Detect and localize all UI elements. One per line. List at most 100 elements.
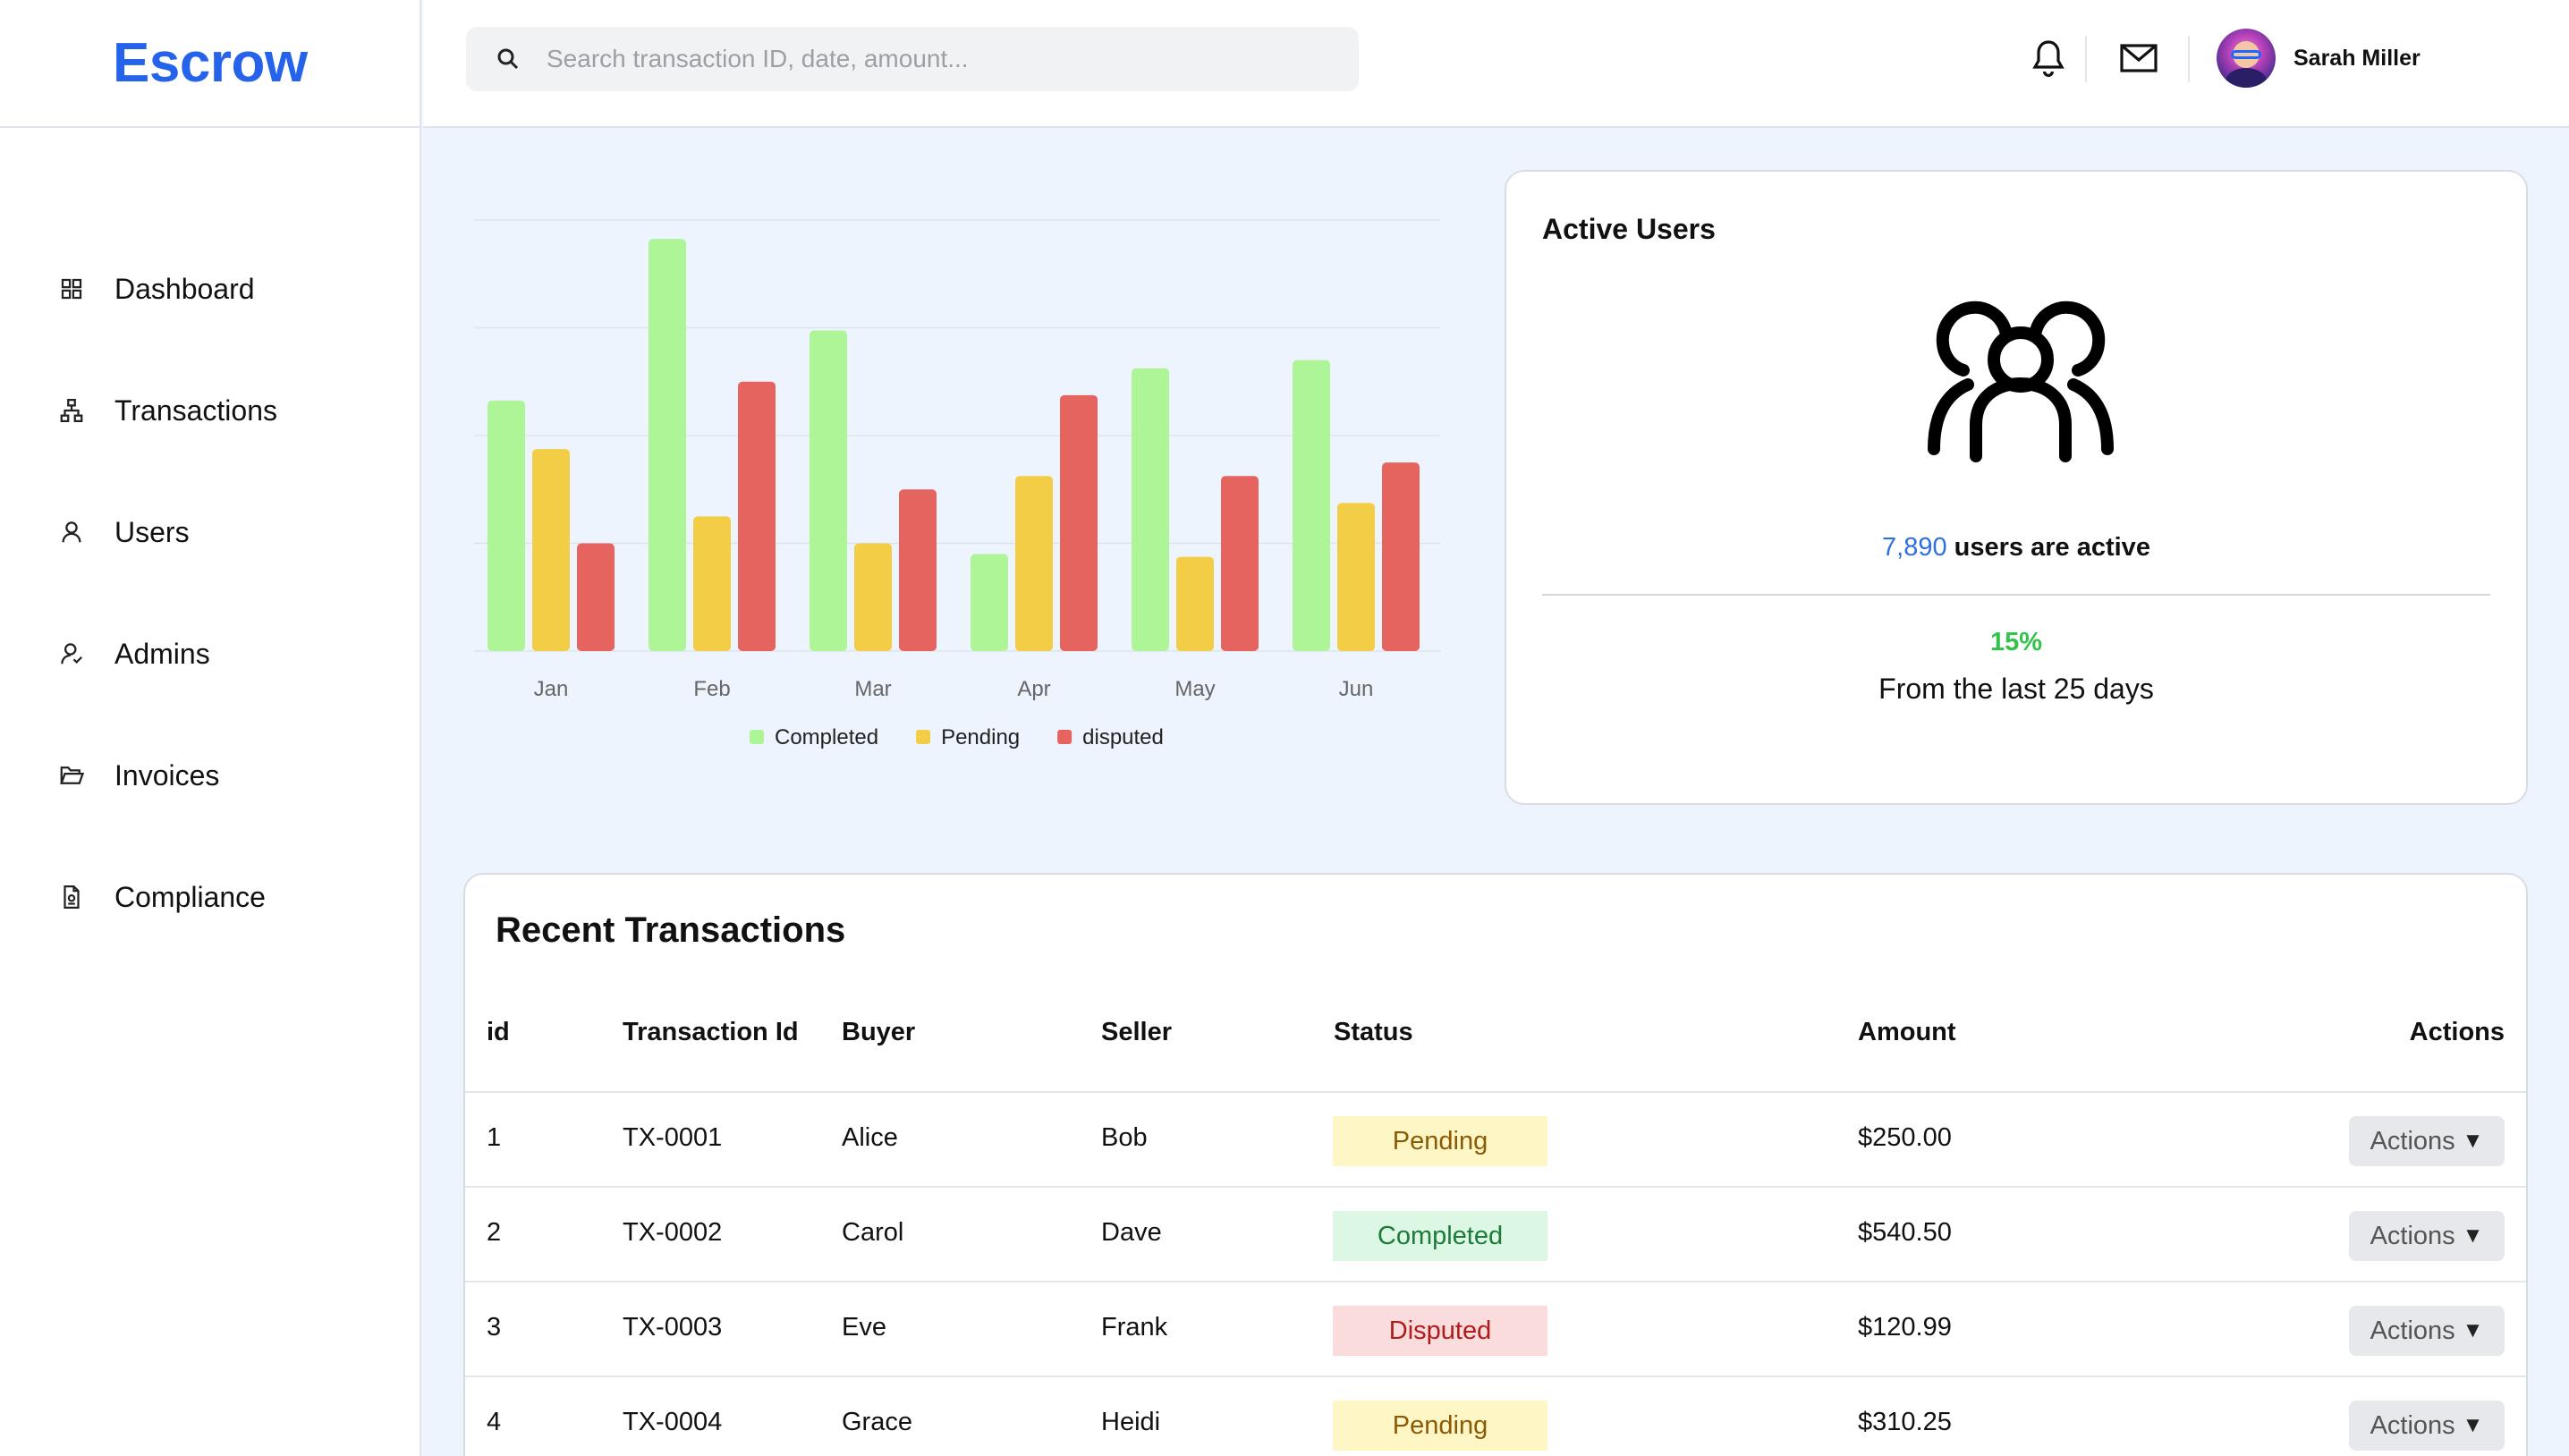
caret-down-icon: ▼ — [2462, 1413, 2484, 1437]
legend-label: Pending — [941, 725, 1020, 749]
cell-buyer: Eve — [842, 1313, 886, 1342]
bell-icon — [2032, 40, 2065, 77]
cell-seller: Bob — [1101, 1123, 1148, 1152]
x-tick-label: Apr — [1017, 677, 1050, 701]
sidebar-item-label: Transactions — [114, 394, 277, 427]
bar-pending-may — [1176, 556, 1214, 651]
cell-buyer: Grace — [842, 1408, 912, 1436]
messages-button[interactable] — [2115, 34, 2163, 82]
sidebar-item-label: Dashboard — [114, 272, 255, 305]
sidebar-nav: Dashboard Transactions Users Admins Invo… — [0, 128, 420, 958]
mail-icon — [2120, 44, 2158, 72]
x-tick-label: Jan — [534, 677, 569, 701]
cell-buyer: Alice — [842, 1123, 898, 1152]
document-icon — [57, 883, 86, 911]
bar-completed-apr — [971, 554, 1008, 651]
top-header: Sarah Miller — [423, 0, 2569, 128]
notifications-button[interactable] — [2024, 34, 2073, 82]
cell-transaction-id: TX-0002 — [623, 1218, 723, 1247]
app-logo[interactable]: Escrow — [113, 31, 308, 95]
sidebar-item-dashboard[interactable]: Dashboard — [0, 228, 420, 350]
bar-pending-jan — [532, 449, 570, 651]
table-row[interactable]: 2 TX-0002 Carol Dave Completed $540.50 A… — [465, 1186, 2526, 1281]
column-header-transaction-id[interactable]: Transaction Id — [623, 1018, 799, 1047]
logo-area: Escrow — [0, 0, 420, 128]
status-badge: Pending — [1333, 1116, 1547, 1166]
user-name: Sarah Miller — [2293, 45, 2421, 71]
bar-completed-feb — [649, 239, 686, 651]
caret-down-icon: ▼ — [2462, 1223, 2484, 1248]
growth-percent: 15% — [1989, 628, 2043, 656]
legend-swatch — [1057, 730, 1073, 744]
legend-label: disputed — [1082, 725, 1164, 749]
column-header-actions: Actions — [2409, 1018, 2505, 1046]
cell-id: 3 — [487, 1313, 502, 1342]
sidebar-item-invoices[interactable]: Invoices — [0, 715, 420, 836]
sidebar-item-admins[interactable]: Admins — [0, 593, 420, 715]
actions-dropdown-button[interactable]: Actions ▼ — [2349, 1211, 2505, 1261]
table-row[interactable]: 3 TX-0003 Eve Frank Disputed $120.99 Act… — [465, 1281, 2526, 1376]
column-header-amount[interactable]: Amount — [1858, 1018, 1956, 1047]
header-divider — [2085, 36, 2087, 82]
user-menu[interactable]: Sarah Miller — [2217, 29, 2421, 88]
search-bar[interactable] — [466, 27, 1359, 91]
bar-pending-jun — [1337, 503, 1375, 651]
user-icon — [57, 518, 86, 546]
sidebar-item-label: Compliance — [114, 880, 266, 913]
x-tick-label: Mar — [854, 677, 891, 701]
cell-transaction-id: TX-0004 — [623, 1408, 723, 1436]
bar-disputed-may — [1221, 476, 1259, 651]
cell-amount: $120.99 — [1858, 1313, 1952, 1342]
bar-completed-jun — [1293, 360, 1330, 651]
x-tick-label: May — [1174, 677, 1215, 701]
x-tick-label: Jun — [1339, 677, 1374, 701]
transactions-chart: Jan Feb Mar Apr May Jun Completed Pending disput… — [465, 197, 1449, 778]
column-header-seller[interactable]: Seller — [1101, 1018, 1172, 1047]
actions-label: Actions — [2370, 1316, 2455, 1345]
column-header-status[interactable]: Status — [1334, 1018, 1413, 1047]
bar-pending-apr — [1015, 476, 1053, 651]
folder-open-icon — [57, 761, 86, 790]
admin-user-icon — [57, 639, 86, 668]
users-group-icon — [1928, 301, 2114, 462]
sidebar-item-label: Users — [114, 515, 190, 548]
sidebar: Escrow Dashboard Transactions Users Admi… — [0, 0, 421, 1456]
bar-chart: Jan Feb Mar Apr May Jun Completed Pending disput… — [474, 219, 1440, 749]
actions-dropdown-button[interactable]: Actions ▼ — [2349, 1116, 2505, 1166]
growth-period: From the last 25 days — [1878, 673, 2154, 705]
search-icon — [497, 48, 519, 70]
bar-completed-jan — [488, 400, 525, 651]
cell-seller: Frank — [1101, 1313, 1168, 1342]
actions-dropdown-button[interactable]: Actions ▼ — [2349, 1306, 2505, 1356]
cell-id: 1 — [487, 1123, 502, 1152]
bar-disputed-mar — [899, 489, 937, 651]
bar-pending-mar — [854, 543, 892, 651]
active-users-label: users are active — [1954, 533, 2150, 562]
sidebar-item-label: Invoices — [114, 758, 220, 791]
actions-label: Actions — [2370, 1410, 2455, 1440]
legend-label: Completed — [775, 725, 878, 749]
column-header-id[interactable]: id — [487, 1018, 510, 1047]
grid-icon — [57, 275, 86, 303]
cell-transaction-id: TX-0001 — [623, 1123, 723, 1152]
table-row[interactable]: 4 TX-0004 Grace Heidi Pending $310.25 Ac… — [465, 1376, 2526, 1456]
bar-disputed-jan — [577, 543, 615, 651]
status-badge: Completed — [1333, 1211, 1547, 1261]
sidebar-item-transactions[interactable]: Transactions — [0, 350, 420, 471]
sitemap-icon — [57, 396, 86, 425]
sidebar-item-users[interactable]: Users — [0, 471, 420, 593]
table-row[interactable]: 1 TX-0001 Alice Bob Pending $250.00 Acti… — [465, 1091, 2526, 1186]
cell-transaction-id: TX-0003 — [623, 1313, 723, 1342]
column-header-buyer[interactable]: Buyer — [842, 1018, 915, 1047]
sidebar-item-compliance[interactable]: Compliance — [0, 836, 420, 958]
caret-down-icon: ▼ — [2462, 1318, 2484, 1342]
bar-pending-feb — [693, 516, 731, 651]
cell-seller: Heidi — [1101, 1408, 1161, 1436]
cell-id: 4 — [487, 1408, 502, 1436]
card-divider — [1542, 594, 2490, 596]
sidebar-item-label: Admins — [114, 637, 210, 670]
search-input[interactable] — [547, 45, 1316, 73]
legend-swatch — [916, 730, 931, 744]
actions-dropdown-button[interactable]: Actions ▼ — [2349, 1401, 2505, 1451]
active-users-count: 7,890 — [1882, 533, 1947, 562]
